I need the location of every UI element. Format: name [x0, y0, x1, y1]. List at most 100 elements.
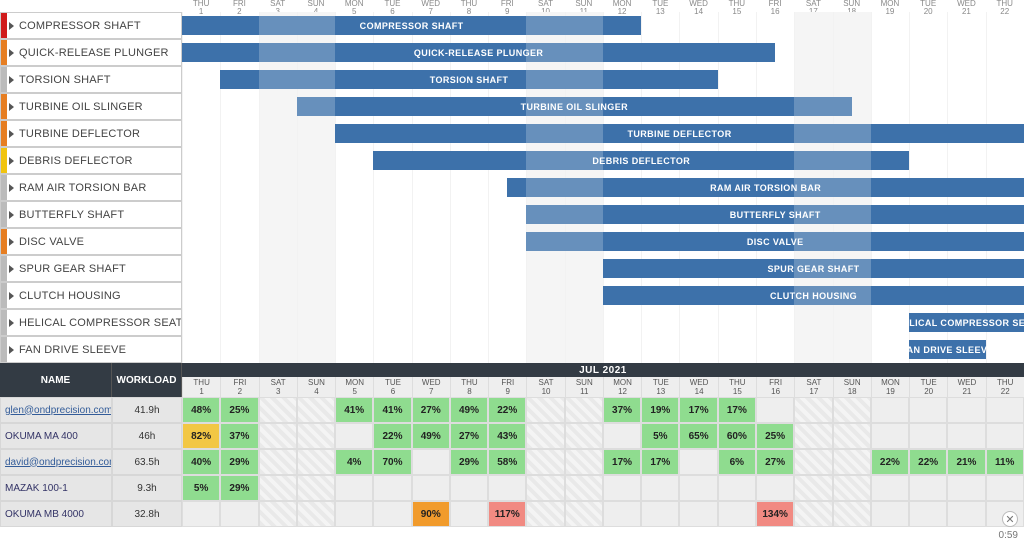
- workload-cell[interactable]: 82%: [182, 423, 220, 449]
- task-item[interactable]: BUTTERFLY SHAFT: [0, 201, 182, 228]
- workload-cell[interactable]: 49%: [412, 423, 450, 449]
- gantt-bar[interactable]: DEBRIS DEFLECTOR: [373, 151, 909, 170]
- workload-cell[interactable]: 11%: [986, 449, 1024, 475]
- workload-cell[interactable]: 6%: [718, 449, 756, 475]
- workload-cell: [718, 501, 756, 527]
- workload-cell: [871, 423, 909, 449]
- task-item[interactable]: RAM AIR TORSION BAR: [0, 174, 182, 201]
- workload-cell: [488, 475, 526, 501]
- task-item[interactable]: SPUR GEAR SHAFT: [0, 255, 182, 282]
- workload-cell[interactable]: 117%: [488, 501, 526, 527]
- color-chip: [1, 94, 7, 119]
- workload-cell[interactable]: 41%: [373, 397, 411, 423]
- workload-cell[interactable]: 49%: [450, 397, 488, 423]
- gantt-bar[interactable]: TURBINE OIL SLINGER: [297, 97, 852, 116]
- expand-icon[interactable]: [9, 319, 14, 327]
- gantt-bar[interactable]: COMPRESSOR SHAFT: [182, 16, 641, 35]
- workload-cell[interactable]: 41%: [335, 397, 373, 423]
- resource-name[interactable]: david@ondprecision.com: [0, 449, 112, 475]
- workload-cell[interactable]: 22%: [909, 449, 947, 475]
- workload-cell[interactable]: 27%: [412, 397, 450, 423]
- workload-cell: [565, 397, 603, 423]
- expand-icon[interactable]: [9, 346, 14, 354]
- resource-name[interactable]: glen@ondprecision.com: [0, 397, 112, 423]
- task-item[interactable]: DISC VALVE: [0, 228, 182, 255]
- workload-cell[interactable]: 22%: [488, 397, 526, 423]
- gantt-bar[interactable]: CLUTCH HOUSING: [603, 286, 1024, 305]
- workload-cell: [641, 475, 679, 501]
- expand-icon[interactable]: [9, 49, 14, 57]
- gantt-panel[interactable]: THU1FRI2SAT3SUN4MON5TUE6WED7THU8FRI9SAT1…: [182, 0, 1024, 363]
- workload-cell[interactable]: 37%: [220, 423, 258, 449]
- task-item[interactable]: TORSION SHAFT: [0, 66, 182, 93]
- gantt-bar-label: COMPRESSOR SHAFT: [360, 21, 464, 31]
- cell-value: 4%: [347, 457, 361, 468]
- workload-cell[interactable]: 40%: [182, 449, 220, 475]
- workload-right[interactable]: JUL 2021 THU1FRI2SAT3SUN4MON5TUE6WED7THU…: [182, 363, 1024, 543]
- gantt-bar-label: TORSION SHAFT: [430, 75, 509, 85]
- workload-cell[interactable]: 17%: [641, 449, 679, 475]
- close-icon[interactable]: ✕: [1002, 511, 1018, 527]
- workload-cell[interactable]: 4%: [335, 449, 373, 475]
- expand-icon[interactable]: [9, 265, 14, 273]
- task-item[interactable]: DEBRIS DEFLECTOR: [0, 147, 182, 174]
- expand-icon[interactable]: [9, 184, 14, 192]
- task-label: COMPRESSOR SHAFT: [19, 20, 141, 32]
- workload-cell[interactable]: 19%: [641, 397, 679, 423]
- cell-value: 27%: [421, 405, 441, 416]
- expand-icon[interactable]: [9, 76, 14, 84]
- workload-cell[interactable]: 58%: [488, 449, 526, 475]
- workload-cell[interactable]: 22%: [871, 449, 909, 475]
- gantt-dates-header: THU1FRI2SAT3SUN4MON5TUE6WED7THU8FRI9SAT1…: [182, 0, 1024, 12]
- workload-cell[interactable]: 70%: [373, 449, 411, 475]
- expand-icon[interactable]: [9, 103, 14, 111]
- workload-cell[interactable]: 17%: [603, 449, 641, 475]
- workload-cell[interactable]: 90%: [412, 501, 450, 527]
- workload-cell[interactable]: 17%: [679, 397, 717, 423]
- workload-cell[interactable]: 5%: [641, 423, 679, 449]
- task-item[interactable]: COMPRESSOR SHAFT: [0, 12, 182, 39]
- gantt-bar[interactable]: FAN DRIVE SLEEVE: [909, 340, 986, 359]
- workload-cell[interactable]: 65%: [679, 423, 717, 449]
- gantt-bar[interactable]: RAM AIR TORSION BAR: [507, 178, 1024, 197]
- workload-cell[interactable]: 43%: [488, 423, 526, 449]
- task-item[interactable]: FAN DRIVE SLEEVE: [0, 336, 182, 363]
- workload-cell[interactable]: 60%: [718, 423, 756, 449]
- expand-icon[interactable]: [9, 157, 14, 165]
- workload-cell[interactable]: 27%: [450, 423, 488, 449]
- expand-icon[interactable]: [9, 292, 14, 300]
- workload-cell[interactable]: 29%: [450, 449, 488, 475]
- task-item[interactable]: HELICAL COMPRESSOR SEAT: [0, 309, 182, 336]
- workload-cell[interactable]: 25%: [756, 423, 794, 449]
- gantt-bar[interactable]: TORSION SHAFT: [220, 70, 718, 89]
- expand-icon[interactable]: [9, 211, 14, 219]
- workload-cell[interactable]: 134%: [756, 501, 794, 527]
- workload-cell[interactable]: 22%: [373, 423, 411, 449]
- task-item[interactable]: CLUTCH HOUSING: [0, 282, 182, 309]
- expand-icon[interactable]: [9, 130, 14, 138]
- workload-cell[interactable]: 21%: [947, 449, 985, 475]
- gantt-bar[interactable]: HELICAL COMPRESSOR SEAT: [909, 313, 1024, 332]
- workload-cell: [794, 449, 832, 475]
- workload-cell: [833, 397, 871, 423]
- workload-cell[interactable]: 29%: [220, 449, 258, 475]
- workload-cell[interactable]: 29%: [220, 475, 258, 501]
- gantt-bar[interactable]: QUICK-RELEASE PLUNGER: [182, 43, 775, 62]
- workload-cell[interactable]: 37%: [603, 397, 641, 423]
- workload-cell: [450, 501, 488, 527]
- task-item[interactable]: QUICK-RELEASE PLUNGER: [0, 39, 182, 66]
- task-item[interactable]: TURBINE DEFLECTOR: [0, 120, 182, 147]
- workload-cell[interactable]: 5%: [182, 475, 220, 501]
- expand-icon[interactable]: [9, 238, 14, 246]
- workload-cell[interactable]: 17%: [718, 397, 756, 423]
- gantt-bar[interactable]: BUTTERFLY SHAFT: [526, 205, 1024, 224]
- gantt-bar[interactable]: TURBINE DEFLECTOR: [335, 124, 1024, 143]
- workload-left: NAME WORKLOAD glen@ondprecision.com41.9h…: [0, 363, 182, 543]
- workload-cell[interactable]: 48%: [182, 397, 220, 423]
- task-item[interactable]: TURBINE OIL SLINGER: [0, 93, 182, 120]
- workload-cell[interactable]: 27%: [756, 449, 794, 475]
- gantt-bar[interactable]: DISC VALVE: [526, 232, 1024, 251]
- workload-cell[interactable]: 25%: [220, 397, 258, 423]
- expand-icon[interactable]: [9, 22, 14, 30]
- gantt-bar[interactable]: SPUR GEAR SHAFT: [603, 259, 1024, 278]
